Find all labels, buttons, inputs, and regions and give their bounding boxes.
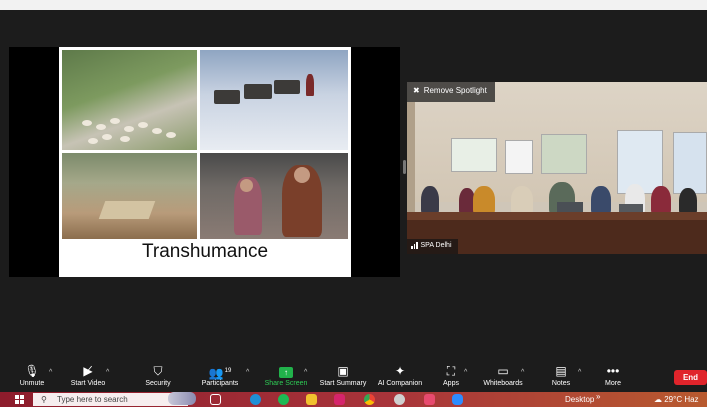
apps-label: Apps [443,380,459,387]
edge-browser-icon[interactable] [250,394,261,405]
chevron-up-icon[interactable]: » [596,392,600,401]
presentation-slide: Transhumance [59,47,351,277]
window-top-strip [0,0,707,10]
shield-icon: ⛉ [153,364,163,378]
notes-options-caret[interactable]: ^ [578,369,581,376]
windows-start-icon[interactable] [15,395,24,404]
whiteboards-button[interactable]: ▭ Whiteboards [480,362,526,392]
spotify-icon[interactable] [278,394,289,405]
remove-spotlight-button[interactable]: ✖ Remove Spotlight [407,82,495,102]
end-meeting-button[interactable]: End [674,370,707,385]
photo-sheep-flock [62,50,197,150]
audio-options-caret[interactable]: ^ [49,369,52,376]
sparkle-icon: ✦ [394,364,406,378]
start-video-button[interactable]: ▶̸ Start Video [66,362,110,392]
video-options-caret[interactable]: ^ [106,369,109,376]
security-button[interactable]: ⛉ Security [140,362,176,392]
more-label: More [605,380,621,387]
ai-companion-label: AI Companion [377,380,423,387]
photos-icon[interactable] [424,394,435,405]
indesign-icon[interactable] [334,394,345,405]
summary-icon: ▣ [337,364,349,378]
participants-count: 19 [224,368,232,374]
wall-poster [451,138,497,172]
search-icon: ⚲ [41,395,47,404]
desktop-toolbar-label[interactable]: Desktop [565,395,594,404]
wall-infographic-2 [673,132,707,194]
notes-icon: ▤ [555,364,567,378]
share-screen-icon: ↑ [279,367,293,378]
zoom-app-icon[interactable] [452,394,463,405]
notes-label: Notes [551,380,571,387]
remove-spotlight-label: Remove Spotlight [423,86,487,95]
split-view-divider[interactable] [403,160,406,174]
photo-terraced-field [62,153,197,239]
mascot-icon [168,392,196,405]
apps-icon: ⛶ [446,364,456,378]
weather-temperature: 29°C Haz [664,395,699,404]
meeting-controls-toolbar: 🎙 Unmute ^ ▶̸ Start Video ^ ⛉ Security 👥… [0,360,707,392]
ellipsis-icon: ••• [606,364,620,378]
task-view-icon[interactable] [210,394,221,405]
video-off-icon: ▶̸ [83,364,93,378]
photo-elderly-women [200,153,348,239]
weather-icon: ☁ [654,395,662,404]
file-explorer-icon[interactable] [306,394,317,405]
share-screen-label: Share Screen [264,380,308,387]
photo-pack-animals-snow [200,50,348,150]
signal-strength-icon [411,242,418,249]
slide-title: Transhumance [141,241,269,262]
windows-taskbar: ⚲ Type here to search Desktop » ☁ 29°C H… [0,392,707,407]
share-options-caret[interactable]: ^ [304,369,307,376]
taskbar-search-box[interactable]: ⚲ Type here to search [33,393,188,406]
start-video-label: Start Video [70,380,106,387]
chrome-icon[interactable] [364,394,375,405]
apps-button[interactable]: ⛶ Apps [440,362,462,392]
zoom-meeting-window: Transhumance ✖ Remove Spotlight SPA Delh… [0,0,707,407]
participants-label: Participants [201,380,239,387]
search-placeholder: Type here to search [57,395,128,404]
start-summary-label: Start Summary [319,380,367,387]
unmute-button[interactable]: 🎙 Unmute [14,362,50,392]
participant-name-tag: SPA Delhi [407,239,458,254]
unmute-label: Unmute [19,380,45,387]
shared-screen[interactable]: Transhumance [9,47,400,277]
wall-logo-board [505,140,533,174]
more-button[interactable]: ••• More [600,362,626,392]
participant-name: SPA Delhi [420,242,452,249]
share-screen-button[interactable]: ↑ Share Screen [262,362,310,392]
wall-infographic [617,130,663,194]
spotlight-video-tile[interactable]: ✖ Remove Spotlight SPA Delhi [407,82,707,254]
participants-options-caret[interactable]: ^ [246,369,249,376]
ai-companion-button[interactable]: ✦ AI Companion [374,362,426,392]
whiteboards-options-caret[interactable]: ^ [521,369,524,376]
whiteboards-label: Whiteboards [483,380,523,387]
participants-button[interactable]: 👥19 Participants [198,362,242,392]
start-summary-button[interactable]: ▣ Start Summary [318,362,368,392]
notes-button[interactable]: ▤ Notes [548,362,574,392]
wall-map [541,134,587,174]
security-label: Security [145,380,171,387]
microphone-muted-icon: 🎙 [24,364,40,378]
weather-widget[interactable]: ☁ 29°C Haz [654,395,699,404]
pin-icon: ✖ [413,86,420,95]
apps-options-caret[interactable]: ^ [464,369,467,376]
whiteboard-icon: ▭ [497,364,509,378]
settings-gear-icon[interactable] [394,394,405,405]
meeting-stage: Transhumance ✖ Remove Spotlight SPA Delh… [0,10,707,360]
participants-icon: 👥19 [208,366,232,380]
